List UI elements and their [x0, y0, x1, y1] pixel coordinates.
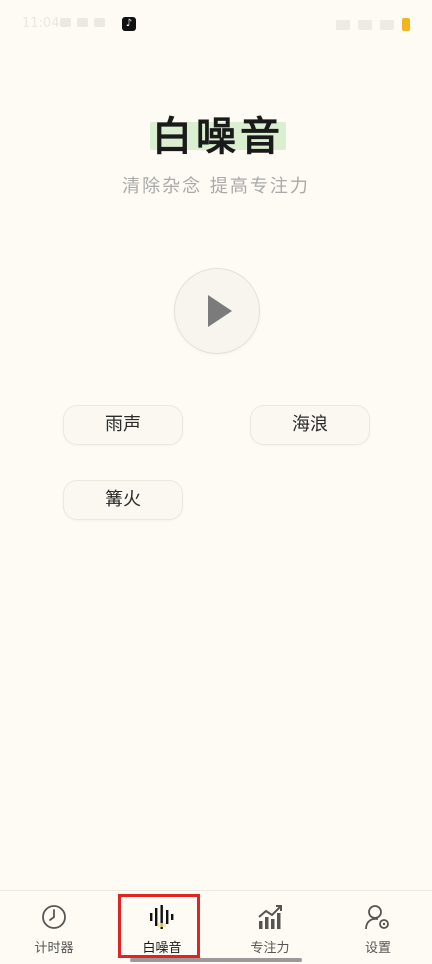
tab-selection-highlight [118, 894, 200, 958]
notification-dot-icon [77, 18, 88, 27]
clock-icon [42, 905, 66, 929]
sound-campfire-button[interactable]: 篝火 [63, 480, 183, 520]
bottom-tab-bar: 计时器 白噪音 专注力 设置 [0, 890, 432, 964]
tiktok-icon: ♪ [122, 17, 136, 31]
sound-waves-button[interactable]: 海浪 [250, 405, 370, 445]
signal-icon [358, 19, 372, 30]
tab-focus[interactable]: 专注力 [216, 891, 324, 964]
page-subtitle: 清除杂念 提高专注力 [122, 176, 310, 197]
wifi-icon [336, 19, 350, 30]
chart-up-icon [258, 905, 282, 929]
status-right-icons [336, 18, 410, 31]
tab-label: 计时器 [34, 941, 74, 956]
white-noise-screen: 11:04 ♪ 白噪音 清除杂念 提高专注力 雨声 海浪 篝火 计时器 白噪音 … [0, 0, 432, 964]
home-indicator[interactable] [130, 958, 302, 962]
sound-rain-button[interactable]: 雨声 [63, 405, 183, 445]
status-bar: 11:04 ♪ [0, 0, 432, 50]
tab-label: 专注力 [250, 941, 290, 956]
signal-icon [380, 19, 394, 30]
tab-settings[interactable]: 设置 [324, 891, 432, 964]
page-title: 白噪音 [150, 104, 286, 160]
tab-timer[interactable]: 计时器 [0, 891, 108, 964]
notification-dot-icon [94, 18, 105, 27]
user-gear-icon [365, 905, 389, 930]
status-time: 11:04 [22, 16, 60, 31]
play-button[interactable] [174, 268, 260, 354]
tab-label: 设置 [364, 941, 391, 956]
title-text: 白噪音 [152, 113, 284, 160]
status-left-icons [60, 18, 105, 27]
battery-icon [402, 18, 410, 31]
notification-dot-icon [60, 18, 71, 27]
play-icon [208, 295, 232, 327]
